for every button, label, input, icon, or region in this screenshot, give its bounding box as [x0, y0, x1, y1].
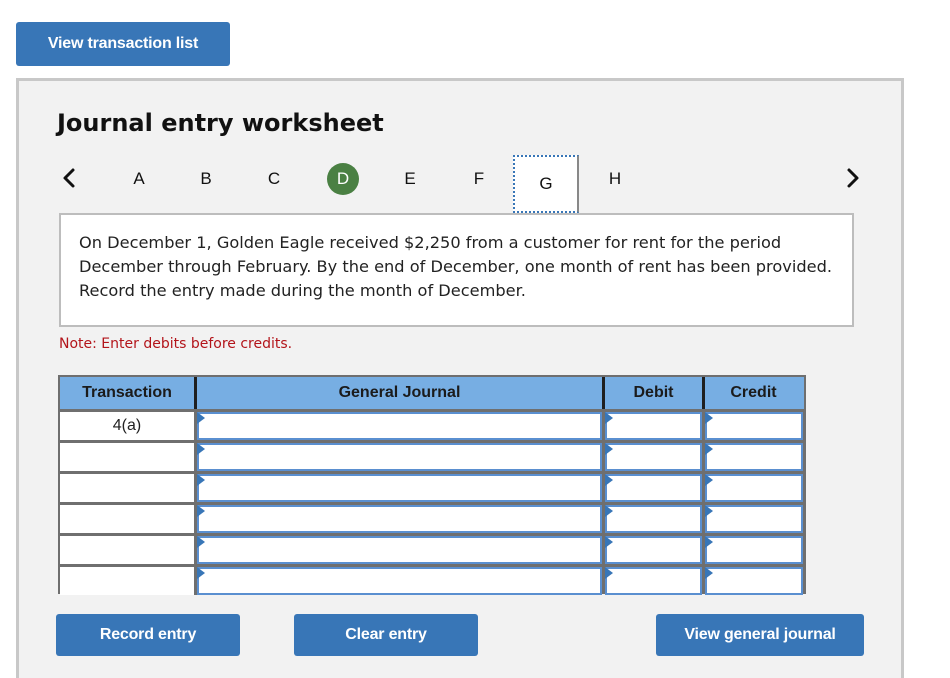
- chevron-left-icon: [63, 168, 75, 188]
- debit-input[interactable]: [607, 507, 700, 531]
- note-text: Note: Enter debits before credits.: [59, 336, 293, 352]
- account-input[interactable]: [199, 445, 600, 469]
- debit-field[interactable]: [605, 536, 702, 564]
- credit-input[interactable]: [707, 569, 801, 593]
- prev-button[interactable]: [57, 163, 81, 193]
- credit-input[interactable]: [707, 476, 801, 500]
- transaction-cell: 4(a): [60, 412, 197, 440]
- credit-field[interactable]: [705, 505, 803, 533]
- credit-field[interactable]: [705, 412, 803, 440]
- table-row: [60, 533, 804, 564]
- account-field[interactable]: [197, 474, 602, 502]
- debit-input[interactable]: [607, 476, 700, 500]
- record-entry-button[interactable]: Record entry: [56, 614, 240, 656]
- debit-field[interactable]: [605, 443, 702, 471]
- journal-entry-worksheet-panel: Journal entry worksheet A B C D E F G H …: [16, 78, 904, 678]
- account-field[interactable]: [197, 536, 602, 564]
- tab-f[interactable]: F: [459, 159, 499, 199]
- transaction-cell: [60, 567, 197, 595]
- tab-h[interactable]: H: [595, 159, 635, 199]
- tab-label: A: [133, 169, 145, 188]
- tab-label: G: [539, 174, 553, 193]
- credit-input[interactable]: [707, 414, 801, 438]
- account-input[interactable]: [199, 476, 600, 500]
- table-row: [60, 564, 804, 595]
- transaction-cell: [60, 536, 197, 564]
- account-field[interactable]: [197, 443, 602, 471]
- credit-field[interactable]: [705, 536, 803, 564]
- view-general-journal-button[interactable]: View general journal: [656, 614, 864, 656]
- header-debit: Debit: [605, 377, 705, 409]
- next-button[interactable]: [841, 163, 865, 193]
- tab-e[interactable]: E: [390, 159, 430, 199]
- tab-label: H: [608, 169, 622, 188]
- credit-field[interactable]: [705, 474, 803, 502]
- credit-input[interactable]: [707, 445, 801, 469]
- account-input[interactable]: [199, 507, 600, 531]
- table-row: [60, 471, 804, 502]
- transaction-cell: [60, 474, 197, 502]
- credit-field[interactable]: [705, 443, 803, 471]
- debit-field[interactable]: [605, 505, 702, 533]
- transaction-cell: [60, 443, 197, 471]
- worksheet-title: Journal entry worksheet: [57, 109, 384, 137]
- header-general-journal: General Journal: [197, 377, 605, 409]
- debit-input[interactable]: [607, 445, 700, 469]
- header-transaction: Transaction: [60, 377, 197, 409]
- account-field[interactable]: [197, 505, 602, 533]
- tab-label: D: [327, 163, 359, 195]
- header-credit: Credit: [730, 384, 777, 401]
- transaction-cell: [60, 505, 197, 533]
- tab-label: E: [404, 169, 416, 188]
- account-field[interactable]: [197, 412, 602, 440]
- credit-field[interactable]: [705, 567, 803, 595]
- transaction-description: On December 1, Golden Eagle received $2,…: [59, 213, 854, 327]
- table-row: [60, 502, 804, 533]
- debit-input[interactable]: [607, 414, 700, 438]
- tab-label: B: [200, 169, 212, 188]
- debit-field[interactable]: [605, 567, 702, 595]
- tab-label: F: [473, 169, 485, 188]
- account-input[interactable]: [199, 414, 600, 438]
- tab-g[interactable]: G: [513, 155, 579, 213]
- tab-c[interactable]: C: [254, 159, 294, 199]
- debit-field[interactable]: [605, 412, 702, 440]
- account-input[interactable]: [199, 569, 600, 593]
- tab-b[interactable]: B: [186, 159, 226, 199]
- debit-input[interactable]: [607, 569, 700, 593]
- account-field[interactable]: [197, 567, 602, 595]
- view-transaction-list-button[interactable]: View transaction list: [16, 22, 230, 66]
- account-input[interactable]: [199, 538, 600, 562]
- table-row: 4(a): [60, 409, 804, 440]
- journal-table-header: Transaction General Journal Debit Credit: [60, 377, 804, 409]
- clear-entry-button[interactable]: Clear entry: [294, 614, 478, 656]
- tab-d[interactable]: D: [323, 159, 363, 199]
- credit-input[interactable]: [707, 538, 801, 562]
- tab-a[interactable]: A: [119, 159, 159, 199]
- table-row: [60, 440, 804, 471]
- tab-label: C: [267, 169, 281, 188]
- journal-table: Transaction General Journal Debit Credit…: [58, 375, 806, 595]
- debit-field[interactable]: [605, 474, 702, 502]
- chevron-right-icon: [847, 168, 859, 188]
- debit-input[interactable]: [607, 538, 700, 562]
- credit-input[interactable]: [707, 507, 801, 531]
